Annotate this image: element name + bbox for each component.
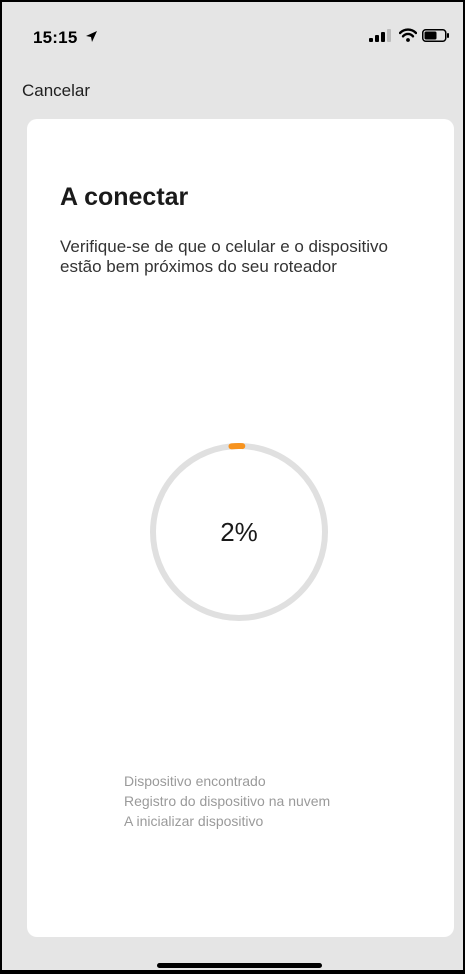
step-device-initialization: A inicializar dispositivo — [124, 813, 264, 829]
page-title: A conectar — [60, 183, 189, 211]
connecting-card: A conectar Verifique-se de que o celular… — [27, 119, 454, 937]
progress-percentage: 2% — [220, 516, 258, 547]
battery-icon — [422, 29, 450, 47]
cellular-signal-icon — [369, 29, 391, 47]
step-cloud-registration: Registro do dispositivo na nuvem — [124, 793, 331, 809]
cancel-button[interactable]: Cancelar — [22, 81, 90, 101]
status-bar: 15:15 — [2, 2, 463, 62]
app-screen: 15:15 Cancelar A conectar Verifique-se d… — [2, 2, 463, 970]
instructions-text: Verifique-se de que o celular e o dispos… — [60, 237, 388, 276]
connection-steps-list: Dispositivo encontrado Registro do dispo… — [124, 771, 330, 831]
wifi-icon — [398, 28, 418, 47]
home-indicator — [157, 963, 322, 968]
status-time: 15:15 — [33, 28, 78, 47]
step-device-found: Dispositivo encontrado — [124, 773, 266, 789]
location-arrow-icon — [85, 30, 98, 48]
progress-ring: 2% — [148, 441, 330, 623]
